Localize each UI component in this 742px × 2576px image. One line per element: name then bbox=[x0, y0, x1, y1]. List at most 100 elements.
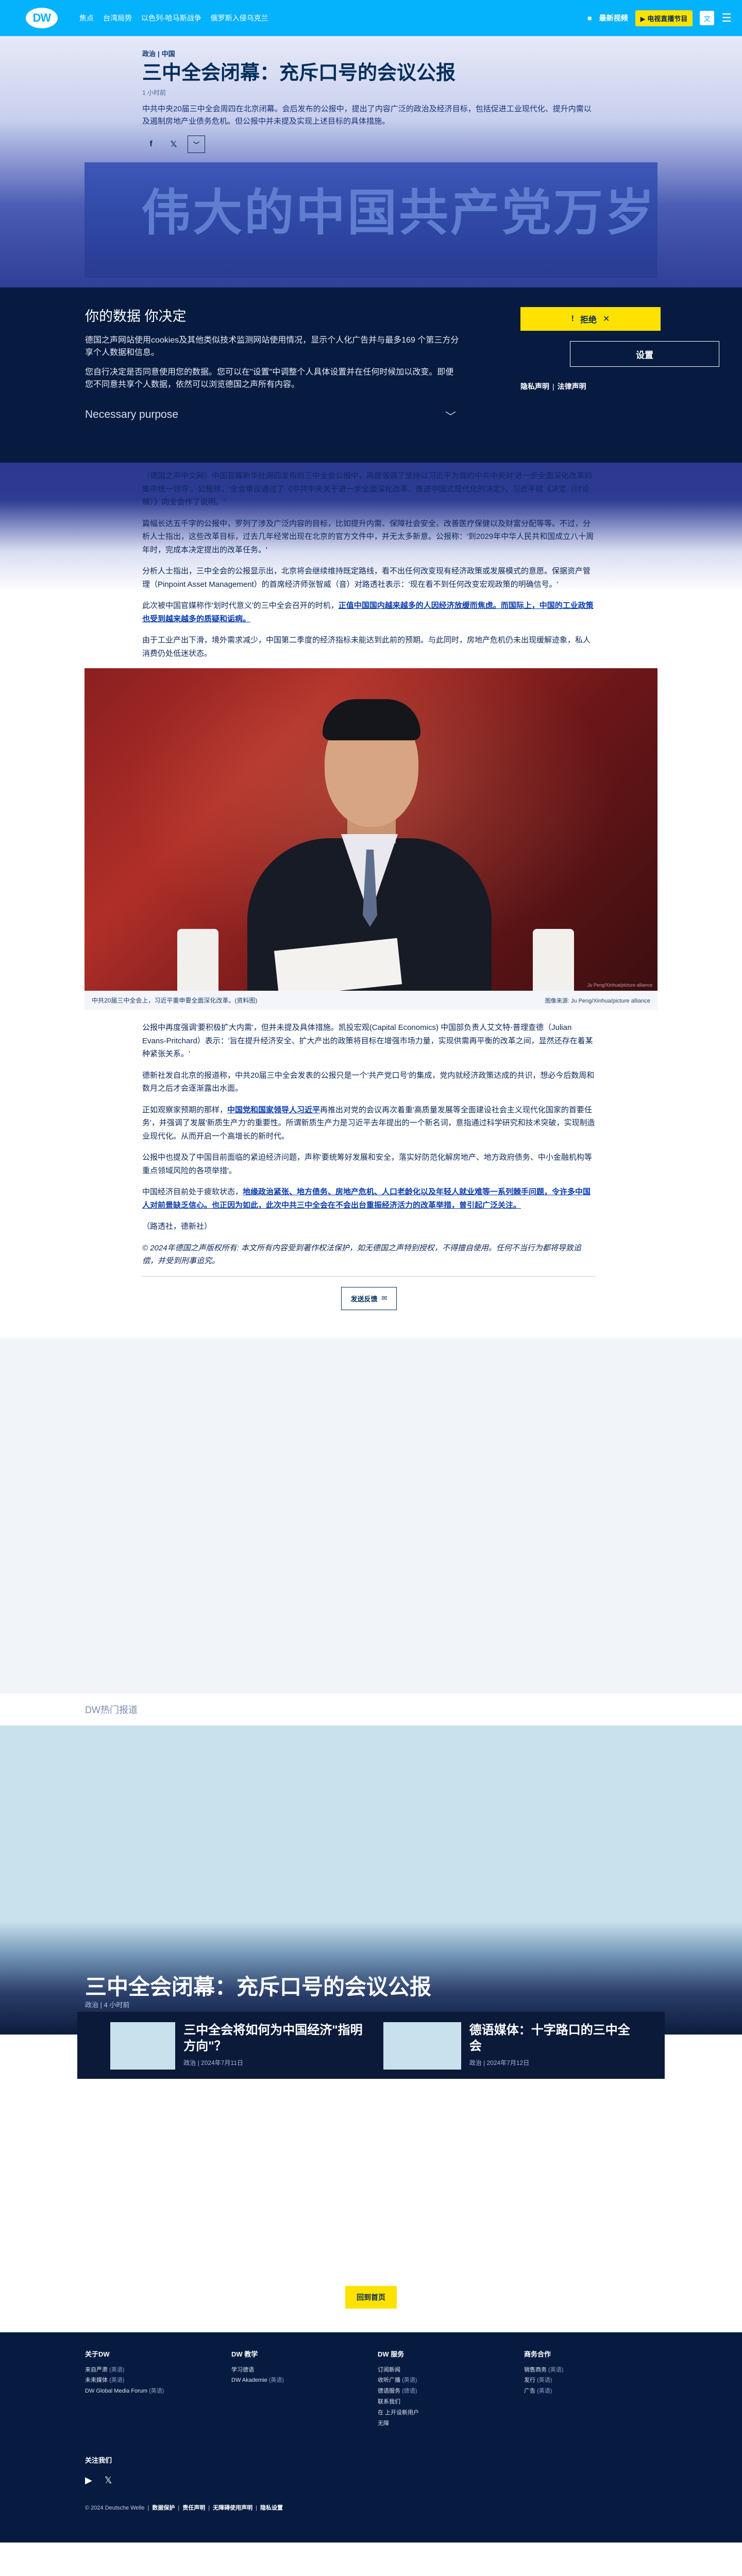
article-figure: Ju Peng/Xinhua/picture alliance 中共20届三中全… bbox=[85, 668, 657, 1010]
footer-link[interactable]: 销售商务 (英语) bbox=[524, 2365, 670, 2376]
nav-item-ukraine[interactable]: 俄罗斯入侵乌克兰 bbox=[211, 13, 268, 23]
photo-credit: 图像来源: Ju Peng/Xinhua/picture alliance bbox=[545, 997, 650, 1004]
footer-link[interactable]: 联系我们 bbox=[378, 2397, 524, 2408]
footer-col-title: 商务合作 bbox=[524, 2350, 551, 2358]
footer-link[interactable]: 未来媒体 (英语) bbox=[85, 2375, 231, 2386]
footer-link[interactable]: 订阅新闻 bbox=[378, 2365, 524, 2376]
site-footer: 关于DW 来自严肃 (英语) 未来媒体 (英语) DW Global Media… bbox=[0, 2332, 742, 2543]
breadcrumb: 政治 | 中国 bbox=[142, 50, 175, 58]
nav-item-taiwan[interactable]: 台湾局势 bbox=[103, 13, 132, 23]
article-paragraph: 德新社发自北京的报道称，中共20届三中全会发表的公报只是一个'共产党口号'的集成… bbox=[142, 1071, 595, 1093]
main-nav: 焦点 台湾局势 以色列-哈马斯战争 俄罗斯入侵乌克兰 bbox=[79, 13, 268, 23]
dossier-card[interactable]: 三中全会将如何为中国经济"指明方向"？ 政治 | 2024年7月11日 bbox=[110, 2022, 368, 2079]
xi-jinping-link[interactable]: 中国党和国家领导人习近平 bbox=[227, 1106, 320, 1114]
article-paragraph: 公报中也提及了中国目前面临的紧迫经济问题，声称'要统筹好发展和安全，落实好防范化… bbox=[142, 1153, 592, 1175]
footer-link[interactable]: 发行 (英语) bbox=[524, 2375, 670, 2386]
ad-placeholder bbox=[0, 1337, 742, 1693]
article-paragraph: 由于工业产出下滑，境外需求减少，中国第二季度的经济指标未能达到此前的预期。与此同… bbox=[142, 636, 591, 658]
send-feedback-button[interactable]: 发送反馈 ✉ bbox=[341, 1286, 397, 1310]
settings-button[interactable]: 设置 bbox=[570, 341, 719, 367]
card-title: 德语媒体：十字路口的三中全会 bbox=[469, 2023, 630, 2053]
feedback-label: 发送反馈 bbox=[350, 1295, 378, 1303]
page-title: 三中全会闭幕：充斥口号的会议公报 bbox=[142, 62, 456, 84]
share-bar: f 𝕏 ﹀ bbox=[142, 135, 596, 153]
article-body-part1: （德国之声中文网）中国官媒新华社周四发布的三中全会公报中，再度强调了坚持以习近平… bbox=[142, 459, 596, 660]
back-to-home-button[interactable]: 回到首页 bbox=[345, 2285, 397, 2309]
x-icon[interactable]: 𝕏 bbox=[165, 135, 182, 153]
footer-col-title: DW 教学 bbox=[231, 2350, 258, 2358]
live-tv-button[interactable]: ▶ 电视直播节目 bbox=[635, 10, 693, 26]
article-paragraph: 篇幅长达五千字的公报中，罗列了涉及广泛内容的目标，比如提升内需、保障社会安全、改… bbox=[142, 519, 594, 554]
legal-bar: © 2024 Deutsche Welle | 数据保护 | 责任声明 | 无障碍使用声明 |… bbox=[85, 2504, 283, 2511]
consent-text: 德国之声网站使用cookies及其他类似技术监测网站使用情况，显示个人化广告并与… bbox=[85, 336, 459, 357]
article-body-part2: 公报中再度强调'要积极扩大内需'，但并未提及具体措施。凯投宏观(Capital … bbox=[142, 1010, 596, 1310]
footer-link[interactable]: 收听广播 (英语) bbox=[378, 2375, 524, 2386]
featured-dossier: 三中全会闭幕：充斥口号的会议公报 政治 | 4 小时前 三中全会将如何为中国经济… bbox=[0, 1725, 742, 2096]
photo-overlay-credit: Ju Peng/Xinhua/picture alliance bbox=[587, 982, 652, 988]
footer-link[interactable]: 德语服务 (德语) bbox=[378, 2386, 524, 2397]
footer-link[interactable]: DW Global Media Forum (英语) bbox=[85, 2386, 231, 2397]
footer-link[interactable]: 广告 (英语) bbox=[524, 2386, 670, 2397]
nav-item-focus[interactable]: 焦点 bbox=[79, 13, 94, 23]
footer-link[interactable]: 在 上开设新用户 bbox=[378, 2408, 524, 2418]
social-links: ▶ 𝕏 bbox=[85, 2475, 742, 2486]
breadcrumb-politics[interactable]: 政治 bbox=[142, 50, 156, 58]
article-paragraph: 正如观察家预期的那样，中国党和国家领导人习近平再推出对党的会议再次着重'高质量发… bbox=[142, 1105, 595, 1141]
dossier-card[interactable]: 德语媒体：十字路口的三中全会 政治 | 2024年7月12日 bbox=[383, 2022, 641, 2079]
copyright: © 2024 Deutsche Welle bbox=[85, 2504, 145, 2511]
latest-videos-link[interactable]: 最新视频 bbox=[599, 13, 628, 23]
caption-text: 中共20届三中全会上，习近平重申要全面深化改革。(资料图) bbox=[92, 997, 258, 1004]
nav-item-israel-hamas[interactable]: 以色列-哈马斯战争 bbox=[141, 13, 201, 23]
footer-col-title: 关于DW bbox=[85, 2350, 110, 2358]
chevron-down-icon: ﹀ bbox=[445, 411, 456, 423]
legal-link[interactable]: 法律声明 bbox=[558, 382, 586, 391]
footer-link[interactable]: DW Akademie (英语) bbox=[231, 2375, 378, 2386]
footer-columns: 关于DW 来自严肃 (英语) 未来媒体 (英语) DW Global Media… bbox=[85, 2349, 742, 2429]
reject-label: 拒绝 bbox=[580, 316, 597, 325]
teacup-left bbox=[177, 929, 218, 991]
footer-link[interactable]: 无障 bbox=[378, 2418, 524, 2429]
footer-link[interactable]: 来自严肃 (英语) bbox=[85, 2365, 231, 2376]
necessary-purpose-label: Necessary purpose bbox=[85, 409, 178, 420]
consent-links: 隐私声明 | 法律声明 bbox=[520, 382, 586, 391]
facebook-icon[interactable]: f bbox=[142, 135, 160, 153]
article-header: 政治 | 中国 三中全会闭幕：充斥口号的会议公报 1 小时前 中共中央20届三中全会… bbox=[142, 48, 596, 153]
x-icon[interactable]: 𝕏 bbox=[105, 2475, 112, 2486]
youtube-icon[interactable]: ▶ bbox=[85, 2475, 92, 2486]
hot-stories-heading: DW热门报道 bbox=[85, 1704, 138, 1715]
article-paragraph: 此次被中国官媒称作'划时代意义'的三中全会召开的时机，正值中国国内越来越多的人因… bbox=[142, 601, 594, 623]
photo-caption: 中共20届三中全会上，习近平重申要全面深化改革。(资料图) 图像来源: Ju P… bbox=[85, 991, 657, 1010]
legal-link-privacy-settings[interactable]: 隐私设置 bbox=[260, 2505, 283, 2511]
more-share-icon[interactable]: ﹀ bbox=[188, 135, 205, 153]
menu-icon[interactable]: ☰ bbox=[721, 12, 732, 24]
footer-link[interactable]: 学习德语 bbox=[231, 2365, 378, 2376]
footer-col-title: DW 服务 bbox=[378, 2350, 404, 2358]
hero-image: 伟大的中国共产党万岁 bbox=[85, 162, 657, 278]
top-header: DW 焦点 台湾局势 以色列-哈马斯战争 俄罗斯入侵乌克兰 ■ 最新视频 ▶ 电… bbox=[0, 0, 742, 36]
breadcrumb-china[interactable]: 中国 bbox=[162, 50, 175, 58]
card-meta: 政治 | 2024年7月12日 bbox=[469, 2059, 530, 2066]
necessary-purpose-toggle[interactable]: Necessary purpose ﹀ bbox=[85, 409, 456, 424]
consent-actions: ! 拒绝 ✕ 设置 隐私声明 | 法律声明 bbox=[520, 307, 719, 392]
card-title: 三中全会将如何为中国经济"指明方向"？ bbox=[183, 2023, 363, 2053]
video-icon: ■ bbox=[587, 14, 592, 22]
dw-logo[interactable]: DW bbox=[26, 8, 58, 28]
alert-icon: ! bbox=[571, 314, 574, 323]
teacup-right bbox=[533, 929, 574, 991]
dossier-title[interactable]: 三中全会闭幕：充斥口号的会议公报 bbox=[85, 1970, 431, 2001]
reject-button[interactable]: ! 拒绝 ✕ bbox=[520, 307, 661, 331]
article-paragraph: 分析人士指出，三中全会的公报显示出，北京将会继续维持既定路线，看不出任何改变现有… bbox=[142, 567, 591, 589]
privacy-link[interactable]: 隐私声明 bbox=[520, 382, 549, 391]
divider bbox=[142, 1276, 596, 1277]
article-paragraph: （德国之声中文网）中国官媒新华社周四发布的三中全会公报中，再度强调了坚持以习近平… bbox=[142, 471, 592, 506]
header-actions: ■ 最新视频 ▶ 电视直播节目 文 ☰ bbox=[587, 10, 732, 26]
copyright-disclaimer: © 2024年德国之声版权所有: 本文所有内容受到著作权法保护，如无德国之声特别… bbox=[142, 1243, 581, 1266]
footer-col-services: DW 服务 订阅新闻 收听广播 (英语) 德语服务 (德语) 联系我们 在 上开… bbox=[378, 2349, 524, 2429]
card-meta: 政治 | 2024年7月11日 bbox=[183, 2059, 243, 2066]
language-switch-button[interactable]: 文 bbox=[700, 11, 715, 25]
legal-link-disclaimer[interactable]: 责任声明 bbox=[182, 2505, 205, 2511]
card-thumbnail bbox=[383, 2022, 461, 2070]
close-icon: ✕ bbox=[602, 315, 610, 324]
legal-link-data-protection[interactable]: 数据保护 bbox=[152, 2505, 175, 2511]
legal-link-accessibility[interactable]: 无障碍使用声明 bbox=[213, 2505, 252, 2511]
